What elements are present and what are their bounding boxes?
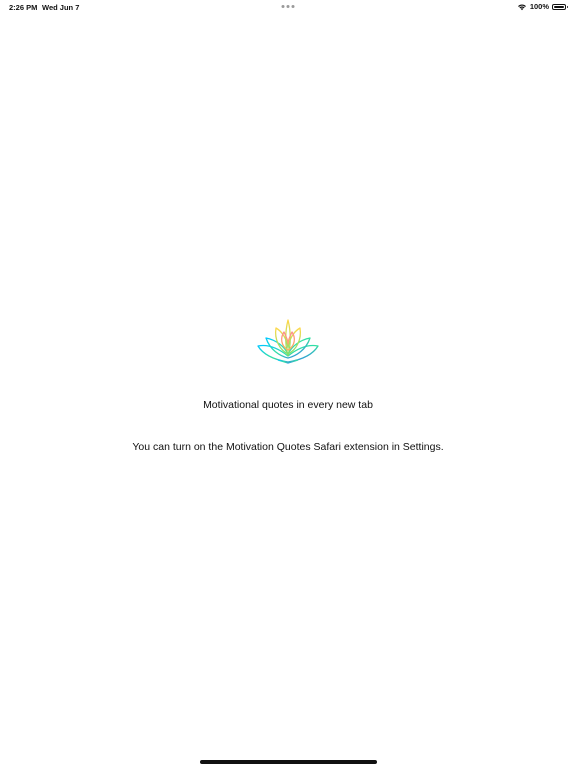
battery-percentage: 100% — [529, 2, 549, 11]
lotus-logo-icon — [257, 319, 319, 364]
status-bar: 2:26 PM Wed Jun 7 100% — [0, 0, 576, 14]
battery-icon — [552, 3, 568, 10]
home-indicator[interactable] — [200, 760, 377, 764]
status-right-group: 100% — [517, 2, 568, 11]
multitasking-dots-icon[interactable] — [281, 5, 295, 8]
tagline-text: Motivational quotes in every new tab — [203, 399, 373, 411]
status-time: 2:26 PM — [9, 3, 38, 12]
status-date: Wed Jun 7 — [42, 3, 80, 12]
battery-fill — [554, 5, 564, 8]
app-screen: 2:26 PM Wed Jun 7 100% Motivational quot… — [0, 0, 576, 768]
wifi-icon — [517, 3, 526, 10]
instructions-text: You can turn on the Motivation Quotes Sa… — [132, 441, 444, 453]
